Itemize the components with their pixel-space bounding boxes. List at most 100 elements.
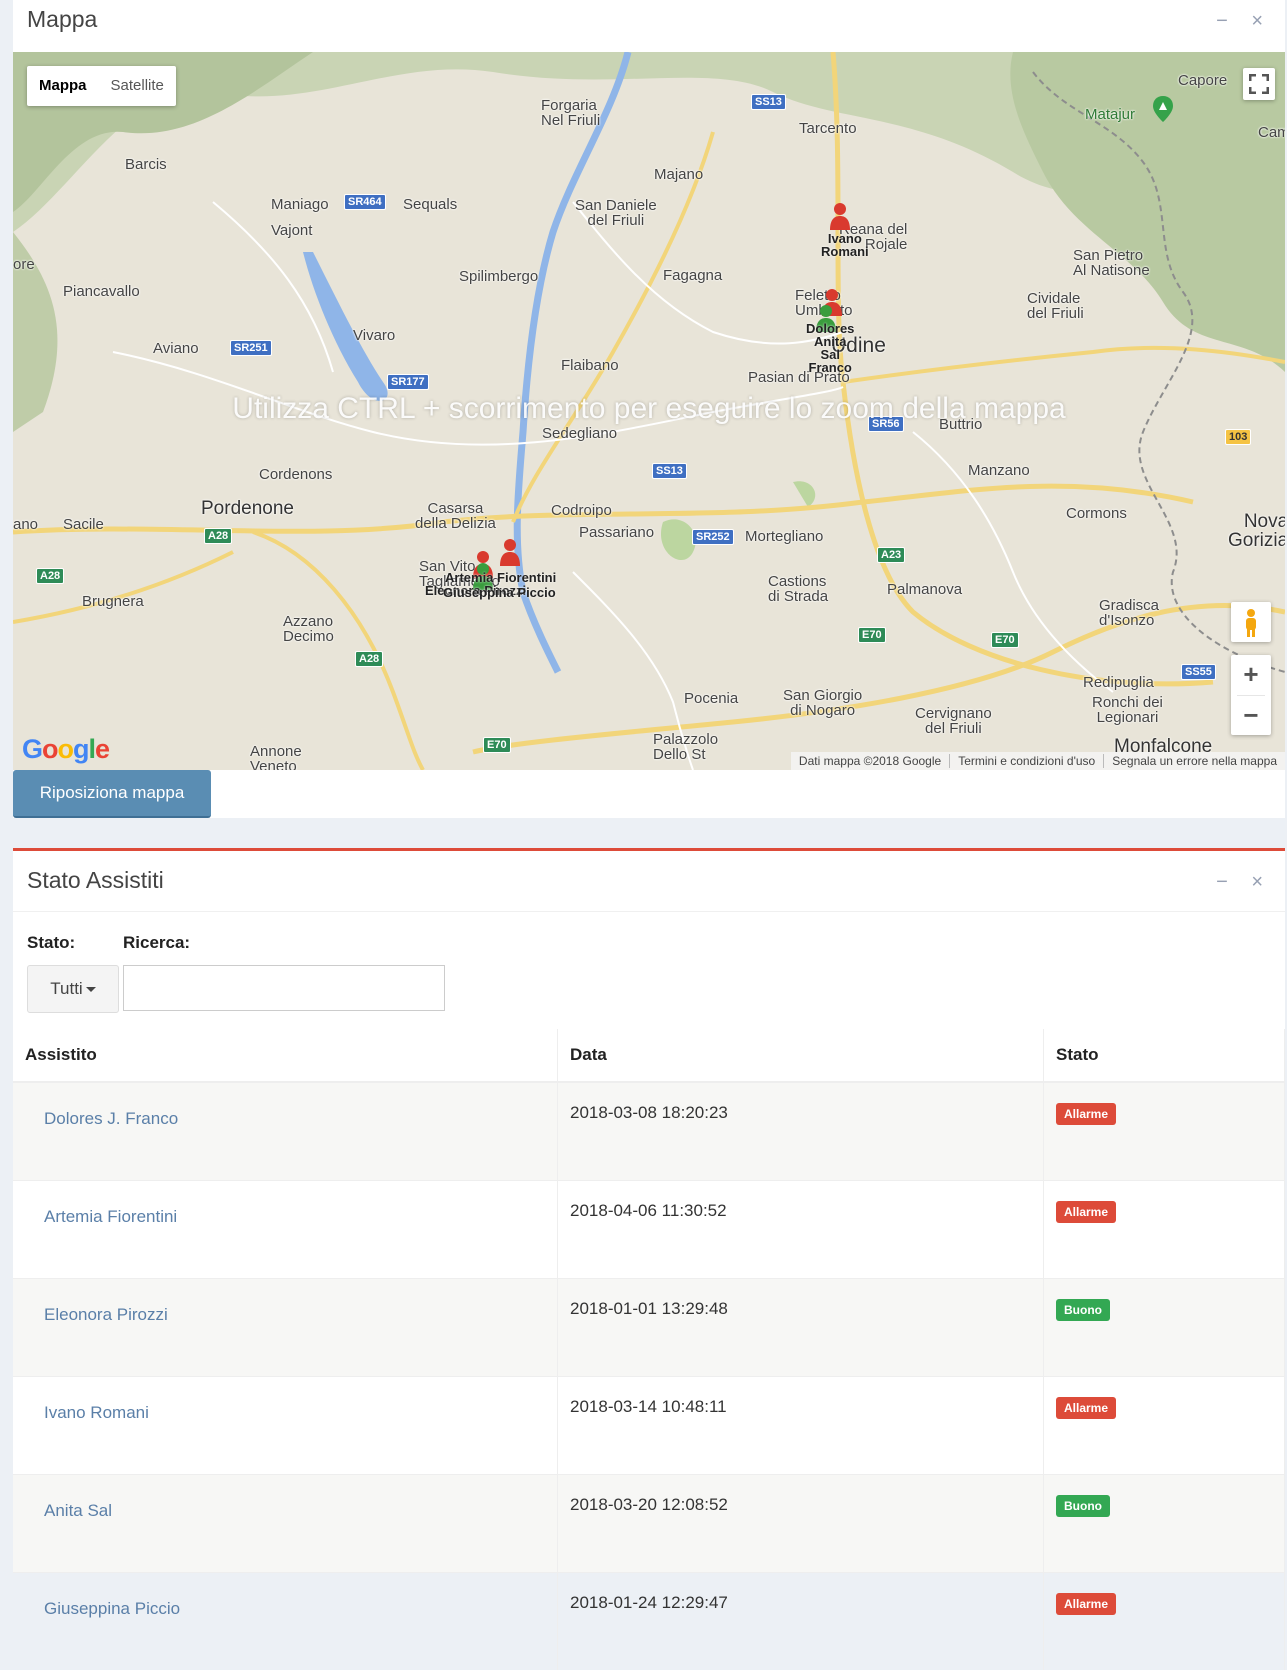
place-label: ore	[13, 256, 35, 273]
marker-label: Giuseppina Piccio	[443, 585, 556, 600]
place-label: Sacile	[63, 516, 104, 533]
place-label: Cervignano del Friuli	[915, 706, 992, 736]
place-label: Aviano	[153, 340, 199, 357]
road-badge: E70	[483, 737, 511, 753]
place-label: Palazzolo Dello St	[653, 732, 718, 762]
state-cell: Allarme	[1044, 1181, 1285, 1279]
status-panel: Stato Assistiti − × Stato: Ricerca: Tutt…	[13, 848, 1285, 1511]
minimize-icon[interactable]: −	[1216, 871, 1228, 894]
state-cell: Buono	[1044, 1279, 1285, 1377]
status-filter-dropdown[interactable]: Tutti	[27, 965, 119, 1013]
place-label: Majano	[654, 166, 703, 183]
map-type-control: Mappa Satellite	[27, 66, 176, 106]
marker-label: Dolores Anita Sal Franco	[806, 322, 854, 374]
place-label: Fagagna	[663, 267, 722, 284]
patient-cell: Giuseppina Piccio	[13, 1573, 558, 1670]
place-label: Palmanova	[887, 581, 962, 598]
patient-name-link[interactable]: Anita Sal	[44, 1501, 112, 1520]
map-panel-tools: − ×	[1198, 10, 1263, 33]
road-badge: A28	[36, 568, 64, 584]
person-marker-icon[interactable]	[829, 202, 851, 230]
place-label: San Daniele del Friuli	[575, 198, 657, 228]
map-panel: Mappa − ×	[13, 0, 1285, 818]
place-label: Cormons	[1066, 505, 1127, 522]
place-label: Mortegliano	[745, 528, 823, 545]
place-label: Castions di Strada	[768, 574, 828, 604]
date-cell: 2018-03-14 10:48:11	[558, 1377, 1044, 1475]
patient-cell: Anita Sal	[13, 1475, 558, 1573]
patient-name-link[interactable]: Artemia Fiorentini	[44, 1207, 177, 1226]
patient-cell: Ivano Romani	[13, 1377, 558, 1475]
place-label: Vivaro	[353, 327, 395, 344]
road-badge: SR177	[387, 374, 429, 390]
map-type-map-button[interactable]: Mappa	[27, 66, 99, 106]
place-label: Pocenia	[684, 690, 738, 707]
state-cell: Allarme	[1044, 1082, 1285, 1181]
zoom-out-button[interactable]: −	[1231, 696, 1271, 736]
zoom-in-button[interactable]: +	[1231, 655, 1271, 695]
road-badge: A28	[355, 651, 383, 667]
zoom-control: + −	[1231, 655, 1271, 735]
road-badge: SS55	[1181, 664, 1216, 680]
place-label: Codroipo	[551, 502, 612, 519]
header-divider	[13, 911, 1285, 912]
patients-table: Assistito Data Stato Dolores J. Franco 20…	[13, 1029, 1285, 1670]
place-label: Capore	[1178, 72, 1227, 89]
table-row: Dolores J. Franco 2018-03-08 18:20:23Alla…	[13, 1082, 1285, 1181]
reposition-map-button[interactable]: Riposiziona mappa	[13, 770, 211, 818]
status-badge: Buono	[1056, 1495, 1110, 1517]
state-cell: Allarme	[1044, 1377, 1285, 1475]
column-header-date[interactable]: Data	[558, 1029, 1044, 1082]
place-label: Ronchi dei Legionari	[1092, 695, 1163, 725]
date-cell: 2018-03-08 18:20:23	[558, 1082, 1044, 1181]
date-cell: 2018-01-24 12:29:47	[558, 1573, 1044, 1670]
status-panel-tools: − ×	[1198, 871, 1263, 894]
map-panel-title: Mappa	[27, 6, 97, 33]
place-label: Gradisca d'Isonzo	[1099, 598, 1159, 628]
patient-name-link[interactable]: Eleonora Pirozzi	[44, 1305, 168, 1324]
fullscreen-icon[interactable]	[1243, 68, 1275, 100]
road-badge: 103	[1225, 429, 1251, 445]
patient-name-link[interactable]: Dolores J. Franco	[44, 1109, 178, 1128]
place-label: Passariano	[579, 524, 654, 541]
status-panel-title: Stato Assistiti	[27, 867, 164, 894]
terms-link[interactable]: Termini e condizioni d'uso	[949, 754, 1103, 768]
filter-label: Stato:	[27, 933, 75, 953]
place-label: Azzano Decimo	[283, 614, 334, 644]
place-label: Maniago	[271, 196, 329, 213]
road-badge: A28	[204, 528, 232, 544]
map-type-satellite-button[interactable]: Satellite	[99, 66, 176, 106]
close-icon[interactable]: ×	[1251, 871, 1263, 894]
place-label: Annone Veneto	[250, 744, 302, 770]
road-badge: SR251	[230, 340, 272, 356]
marker-label: Ivano Romani	[821, 232, 869, 258]
search-input[interactable]	[123, 965, 445, 1011]
column-header-patient[interactable]: Assistito	[13, 1029, 558, 1082]
patient-name-link[interactable]: Ivano Romani	[44, 1403, 149, 1422]
place-label: Nova Gorizia	[1228, 512, 1285, 550]
column-header-state[interactable]: Stato	[1044, 1029, 1285, 1082]
person-marker-icon[interactable]	[499, 538, 521, 566]
table-row: Artemia Fiorentini2018-04-06 11:30:52All…	[13, 1181, 1285, 1279]
table-row: Ivano Romani 2018-03-14 10:48:11Allarme	[13, 1377, 1285, 1475]
map-data-credit: Dati mappa ©2018 Google	[791, 754, 949, 768]
patient-cell: Artemia Fiorentini	[13, 1181, 558, 1279]
search-label: Ricerca:	[123, 933, 190, 953]
report-error-link[interactable]: Segnala un errore nella mappa	[1103, 754, 1285, 768]
place-label: Matajur	[1085, 106, 1135, 123]
place-label: Spilimbergo	[459, 268, 538, 285]
pegman-icon[interactable]	[1231, 602, 1271, 642]
caret-down-icon	[86, 987, 96, 992]
place-label: Casarsa della Delizia	[415, 501, 496, 531]
minimize-icon[interactable]: −	[1216, 10, 1228, 33]
status-filter-value: Tutti	[50, 979, 82, 998]
map-canvas[interactable]: Forgaria Nel Friuli Tarcento Matajur Cap…	[13, 52, 1285, 770]
place-label: Barcis	[125, 156, 167, 173]
road-badge: SR252	[692, 529, 734, 545]
patient-name-link[interactable]: Giuseppina Piccio	[44, 1599, 180, 1618]
close-icon[interactable]: ×	[1251, 10, 1263, 33]
table-row: Anita Sal2018-03-20 12:08:52Buono	[13, 1475, 1285, 1573]
place-label: San Pietro Al Natisone	[1073, 248, 1150, 278]
place-label: Forgaria Nel Friuli	[541, 98, 600, 128]
road-badge: A23	[877, 547, 905, 563]
